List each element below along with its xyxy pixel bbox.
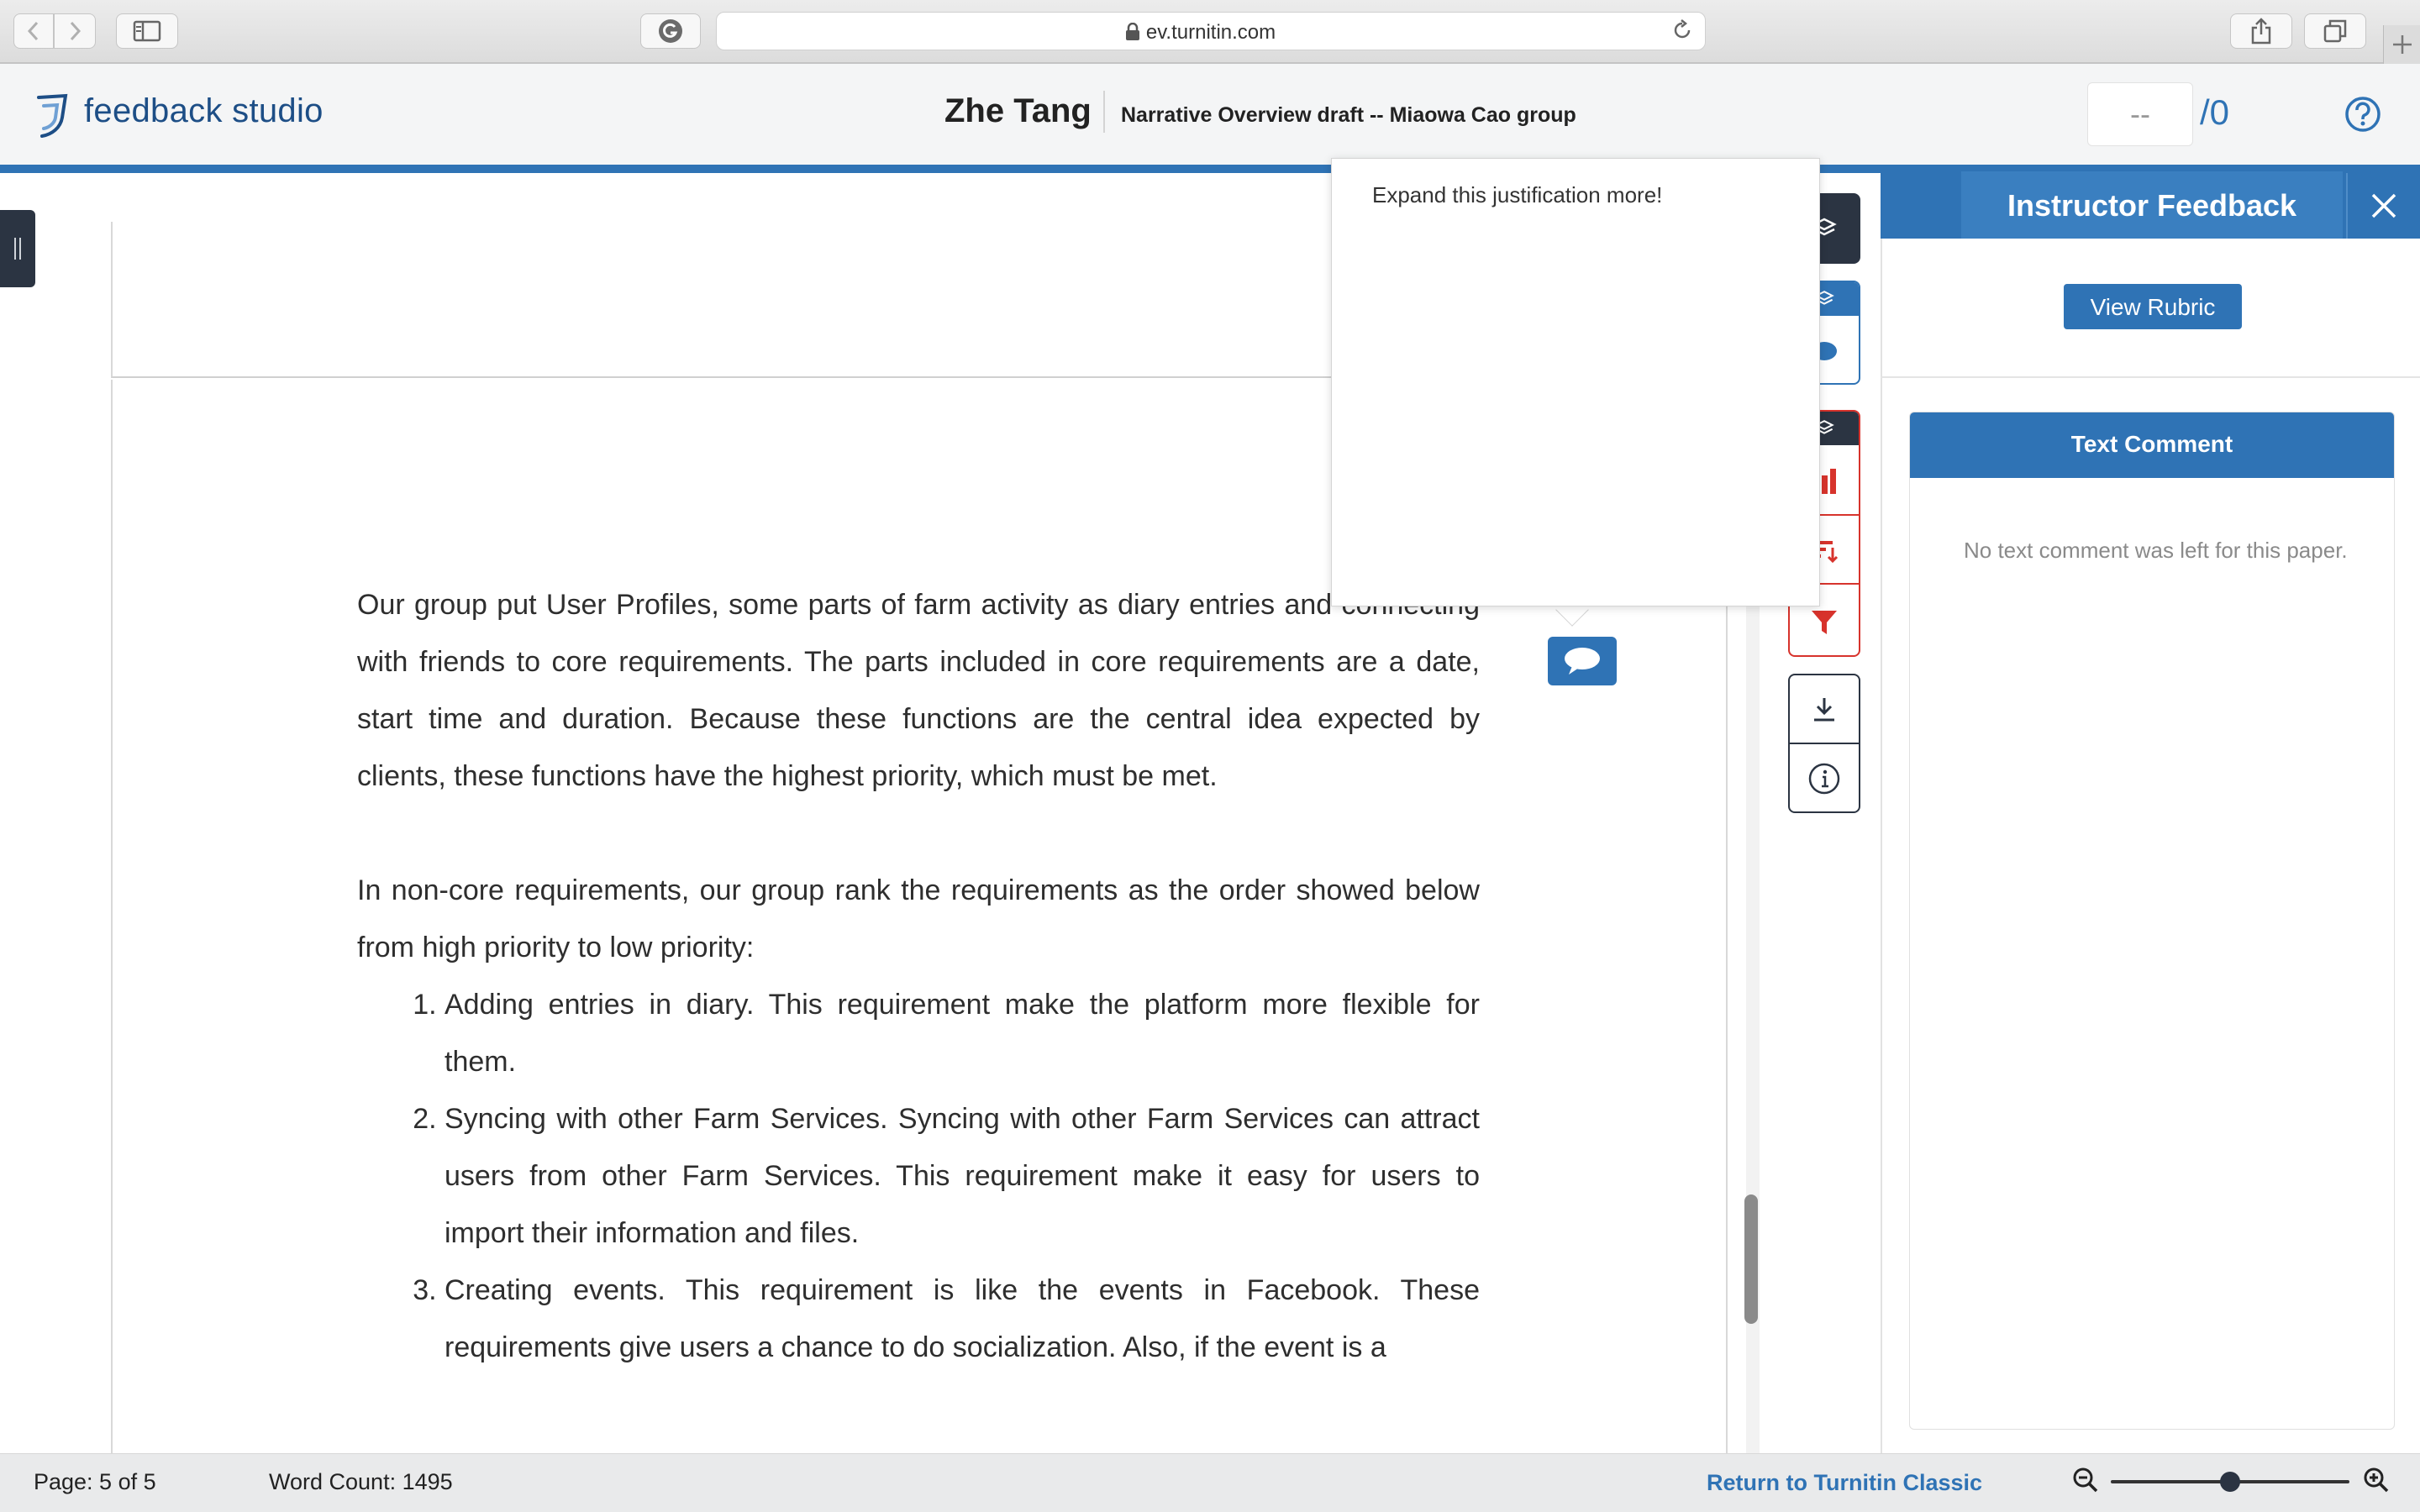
zoom-out-icon[interactable] xyxy=(2072,1467,2099,1494)
feedback-studio-logo-icon[interactable] xyxy=(32,92,74,139)
speech-bubble-icon xyxy=(1565,648,1600,675)
help-icon[interactable] xyxy=(2344,96,2381,133)
assignment-title: Narrative Overview draft -- Miaowa Cao g… xyxy=(1121,103,1576,127)
page-indicator: Page: 5 of 5 xyxy=(34,1469,156,1494)
grammarly-icon xyxy=(659,19,682,43)
plus-icon xyxy=(2392,35,2412,54)
zoom-in-icon[interactable] xyxy=(2363,1467,2390,1494)
zoom-slider-thumb[interactable] xyxy=(2220,1472,2240,1492)
comment-popup[interactable]: Expand this justification more! xyxy=(1331,158,1820,606)
text-comment-body: No text comment was left for this paper. xyxy=(1964,538,2348,563)
forward-button[interactable] xyxy=(54,13,96,49)
paragraph: Our group put User Profiles, some parts … xyxy=(357,589,1480,792)
share-button[interactable] xyxy=(2230,13,2292,49)
browser-toolbar: ev.turnitin.com xyxy=(0,0,2420,64)
url-text: ev.turnitin.com xyxy=(1145,21,1276,44)
word-count: Word Count: 1495 xyxy=(269,1469,453,1494)
priority-list: Adding entries in diary. This requiremen… xyxy=(357,976,1480,1376)
list-item: Creating events. This requirement is lik… xyxy=(445,1262,1480,1376)
chevron-right-icon xyxy=(70,21,82,41)
return-to-classic-link[interactable]: Return to Turnitin Classic xyxy=(1707,1470,1982,1496)
text-comment-card: Text Comment No text comment was left fo… xyxy=(1909,412,2395,1430)
paragraph: In non-core requirements, our group rank… xyxy=(357,874,1480,963)
sidebar-toggle-button[interactable] xyxy=(116,13,178,49)
panel-title: Instructor Feedback xyxy=(1961,171,2343,239)
list-item: Syncing with other Farm Services. Syncin… xyxy=(445,1090,1480,1262)
download-icon[interactable] xyxy=(1790,675,1859,744)
view-rubric-button[interactable]: View Rubric xyxy=(2064,284,2242,329)
text-comment-header: Text Comment xyxy=(1910,412,2394,478)
logo-text[interactable]: feedback studio xyxy=(84,92,324,130)
document-scrollbar-thumb[interactable] xyxy=(1744,1194,1758,1324)
document-sidebar-toggle[interactable] xyxy=(0,210,35,287)
info-icon[interactable] xyxy=(1790,744,1859,813)
grammarly-extension-button[interactable] xyxy=(640,13,701,49)
share-icon xyxy=(2251,18,2271,45)
chevron-left-icon xyxy=(27,21,39,41)
sidebar-icon xyxy=(133,20,161,42)
reload-icon[interactable] xyxy=(1670,18,1694,42)
list-item: Adding entries in diary. This requiremen… xyxy=(445,976,1480,1090)
panel-divider xyxy=(1881,376,2420,378)
back-button[interactable] xyxy=(13,13,54,49)
grade-input[interactable]: -- xyxy=(2087,82,2193,146)
new-tab-button[interactable] xyxy=(2383,25,2420,64)
close-icon xyxy=(2371,193,2396,218)
document-text: Our group put User Profiles, some parts … xyxy=(357,576,1480,1376)
url-field[interactable]: ev.turnitin.com xyxy=(716,12,1706,50)
grip-icon xyxy=(14,238,21,260)
comment-marker-button[interactable] xyxy=(1548,637,1617,685)
close-panel-button[interactable] xyxy=(2346,173,2420,239)
comment-popup-text[interactable]: Expand this justification more! xyxy=(1372,182,1662,208)
lock-icon xyxy=(1126,23,1139,40)
tabs-icon xyxy=(2323,19,2347,43)
grade-max: /0 xyxy=(2200,92,2230,132)
tabs-overview-button[interactable] xyxy=(2304,13,2366,49)
header-divider xyxy=(1103,91,1105,133)
student-name: Zhe Tang xyxy=(944,92,1092,129)
tools-group xyxy=(1788,674,1860,813)
